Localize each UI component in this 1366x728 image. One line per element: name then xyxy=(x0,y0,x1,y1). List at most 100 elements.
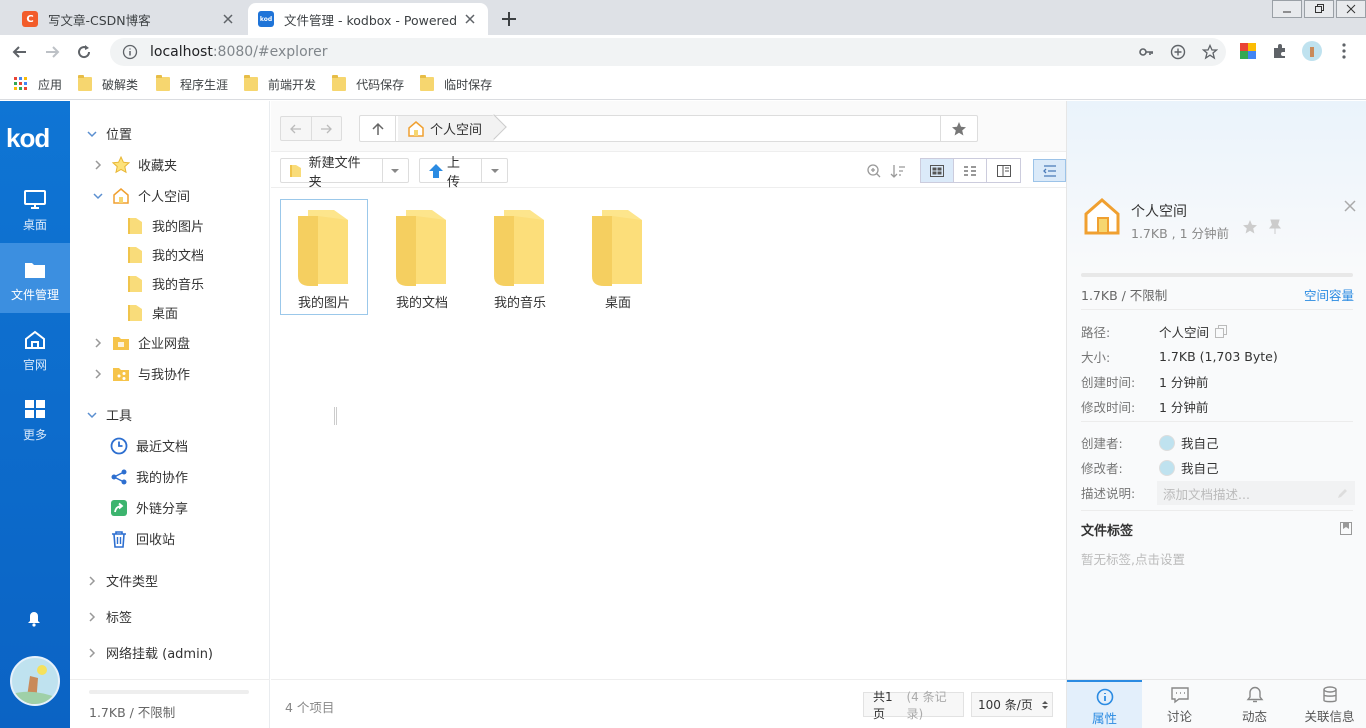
tree-label: 与我协作 xyxy=(138,368,191,383)
folder-icon xyxy=(420,75,435,91)
new-folder-button[interactable]: 新建文件夹 xyxy=(280,156,409,190)
tab-properties[interactable]: 属性 xyxy=(1067,680,1142,728)
up-level-button[interactable] xyxy=(360,116,396,141)
rail-item-website[interactable]: 官网 xyxy=(0,313,70,383)
bookmark-star-icon[interactable] xyxy=(1202,44,1218,60)
back-button[interactable] xyxy=(8,40,32,64)
tree-item-documents[interactable]: 我的文档 xyxy=(126,245,204,264)
tree-section-tools[interactable]: 工具 xyxy=(86,405,132,424)
tool-item-recycle[interactable]: 回收站 xyxy=(110,529,175,548)
copy-icon[interactable] xyxy=(1215,325,1228,338)
tool-item-collab[interactable]: 我的协作 xyxy=(110,467,188,486)
url-text: localhost:8080/#explorer xyxy=(150,44,328,60)
page-size-select[interactable]: 100 条/页 xyxy=(971,692,1053,717)
rail-item-files[interactable]: 文件管理 xyxy=(0,243,70,313)
tree-label: 标签 xyxy=(106,611,133,626)
key-icon[interactable] xyxy=(1138,44,1154,60)
menu-kebab-icon[interactable] xyxy=(1334,41,1354,61)
tool-item-recent[interactable]: 最近文档 xyxy=(110,436,188,455)
tree-section-file-types[interactable]: 文件类型 xyxy=(86,571,158,590)
path-address: 个人空间 xyxy=(359,115,978,142)
upload-dropdown[interactable] xyxy=(482,159,507,182)
star-icon[interactable] xyxy=(1242,219,1258,235)
tree-item-favorites[interactable]: 收藏夹 xyxy=(92,155,177,174)
icon-view-icon xyxy=(930,164,944,177)
tags-empty[interactable]: 暂无标签,点击设置 xyxy=(1081,549,1185,568)
view-list-button[interactable] xyxy=(954,159,987,182)
description-input[interactable]: 添加文档描述... xyxy=(1157,481,1355,505)
history-forward-button[interactable] xyxy=(312,117,342,140)
bookmark-folder[interactable]: 程序生涯 xyxy=(156,75,228,93)
tree-item-enterprise[interactable]: 企业网盘 xyxy=(92,333,190,352)
tool-item-link-share[interactable]: 外链分享 xyxy=(110,498,188,517)
file-item-folder[interactable]: 我的文档 xyxy=(378,199,466,315)
close-window-button[interactable] xyxy=(1336,0,1366,18)
tree-label: 我的图片 xyxy=(152,220,205,235)
new-folder-dropdown[interactable] xyxy=(383,159,408,182)
chevron-right-icon xyxy=(95,368,102,379)
quota-text: 1.7KB / 不限制 xyxy=(1081,288,1168,303)
rail-item-more[interactable]: 更多 xyxy=(0,383,70,453)
rail-item-desktop[interactable]: 桌面 xyxy=(0,173,70,243)
colorful-extension-icon[interactable] xyxy=(1238,41,1258,61)
tab-activity[interactable]: 动态 xyxy=(1217,680,1292,728)
tree-section-mount[interactable]: 网络挂载 (admin) xyxy=(86,643,213,662)
minimize-button[interactable] xyxy=(1272,0,1302,18)
bookmark-apps[interactable]: 应用 xyxy=(14,76,62,93)
bookmark-folder[interactable]: 临时保存 xyxy=(420,75,493,93)
extensions-puzzle-icon[interactable] xyxy=(1270,41,1290,61)
bookmarks-bar: 应用 破解类 程序生涯 前端开发 代码保存 临时保存 xyxy=(0,69,1366,100)
browser-tab-csdn[interactable]: C 写文章-CSDN博客 xyxy=(12,3,246,35)
sort-button[interactable] xyxy=(886,159,910,183)
view-mode-group xyxy=(920,158,1021,183)
tree-section-location[interactable]: 位置 xyxy=(86,124,132,143)
close-tab-icon[interactable] xyxy=(462,11,478,27)
bell-icon[interactable] xyxy=(27,611,41,627)
toggle-info-panel-button[interactable] xyxy=(1033,159,1066,182)
tree-item-music[interactable]: 我的音乐 xyxy=(126,274,204,293)
file-item-folder[interactable]: 我的图片 xyxy=(280,199,368,315)
folder-icon xyxy=(396,210,446,286)
bookmark-label: 临时保存 xyxy=(444,77,493,92)
folder-icon xyxy=(494,210,544,286)
close-tab-icon[interactable] xyxy=(220,11,236,27)
info-icon[interactable] xyxy=(122,44,138,60)
tab-related[interactable]: 关联信息 xyxy=(1292,680,1366,728)
button-label: 上传 xyxy=(447,155,461,190)
file-item-folder[interactable]: 桌面 xyxy=(574,199,662,315)
kod-logo[interactable]: kod xyxy=(6,123,50,154)
browser-tab-kodbox[interactable]: kod 文件管理 - kodbox - Powered b xyxy=(248,3,488,35)
tab-discussion[interactable]: 讨论 xyxy=(1142,680,1217,728)
tree-item-shared[interactable]: 与我协作 xyxy=(92,364,190,383)
quota-link[interactable]: 空间容量 xyxy=(1304,285,1354,304)
zoom-button[interactable] xyxy=(862,159,886,183)
folder-icon xyxy=(592,210,642,286)
new-tab-icon[interactable] xyxy=(499,9,519,29)
user-avatar[interactable] xyxy=(10,656,60,706)
bookmark-folder[interactable]: 前端开发 xyxy=(244,75,316,93)
forward-button[interactable] xyxy=(40,40,64,64)
bookmark-folder[interactable]: 破解类 xyxy=(78,75,138,93)
favorite-star-button[interactable] xyxy=(940,116,977,141)
view-split-button[interactable] xyxy=(987,159,1020,182)
breadcrumb-personal[interactable]: 个人空间 xyxy=(398,116,495,141)
restore-button[interactable] xyxy=(1304,0,1334,18)
prop-path: 路径: 个人空间 xyxy=(1081,322,1228,341)
upload-button[interactable]: 上传 xyxy=(419,156,508,190)
history-back-button[interactable] xyxy=(281,117,312,140)
view-icons-button[interactable] xyxy=(921,159,954,182)
tree-item-pictures[interactable]: 我的图片 xyxy=(126,216,204,235)
profile-avatar[interactable] xyxy=(1302,41,1322,61)
tag-add-icon[interactable] xyxy=(1340,522,1352,535)
close-icon[interactable] xyxy=(1344,200,1356,212)
add-circle-icon[interactable] xyxy=(1170,44,1186,60)
tree-item-desktop[interactable]: 桌面 xyxy=(126,303,178,322)
file-grid: 我的图片 我的文档 我的音乐 桌面 xyxy=(271,189,1066,679)
bookmark-folder[interactable]: 代码保存 xyxy=(332,75,404,93)
tree-item-personal[interactable]: 个人空间 xyxy=(92,186,190,205)
pin-icon[interactable] xyxy=(1268,219,1282,235)
reload-button[interactable] xyxy=(72,40,96,64)
file-item-folder[interactable]: 我的音乐 xyxy=(476,199,564,315)
tree-section-tags[interactable]: 标签 xyxy=(86,607,132,626)
address-bar[interactable]: localhost:8080/#explorer xyxy=(110,38,1226,66)
